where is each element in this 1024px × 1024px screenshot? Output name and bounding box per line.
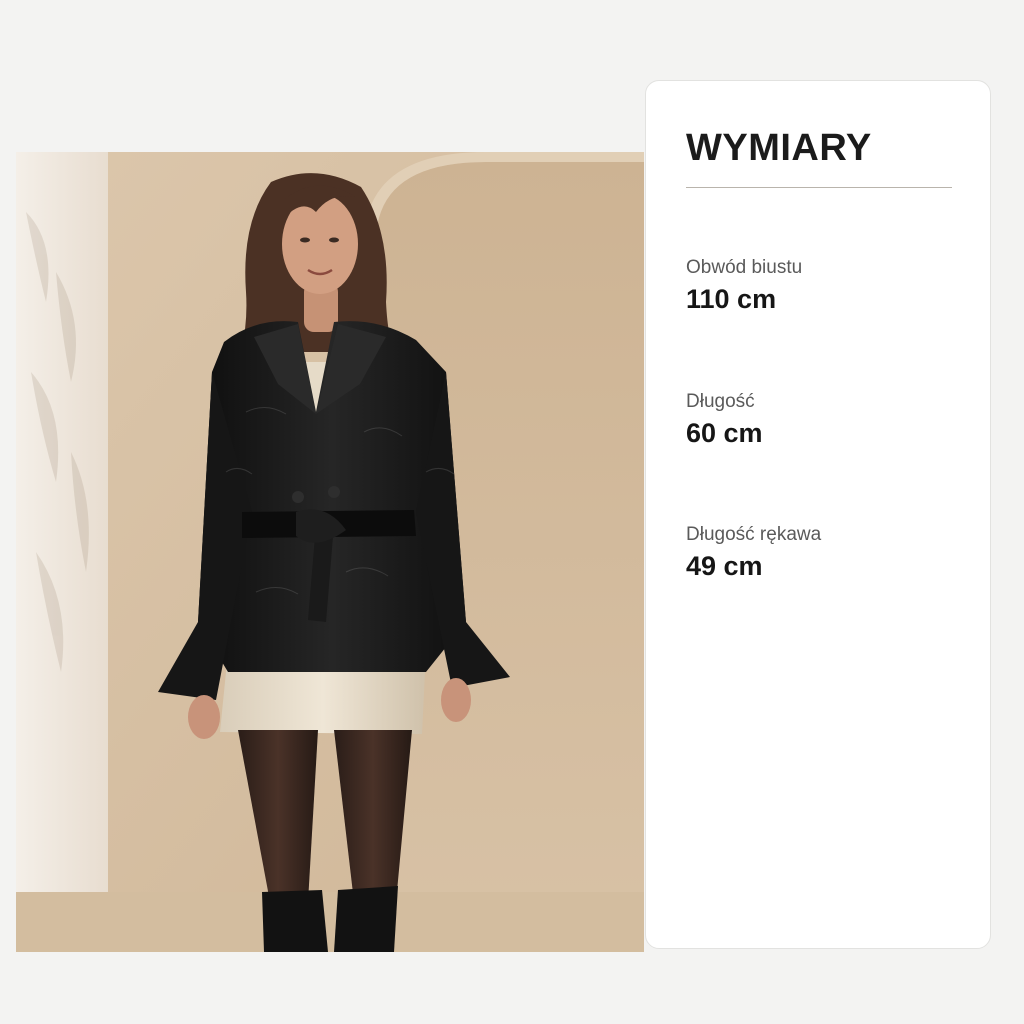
jacket-button <box>328 486 340 498</box>
product-photo <box>16 152 644 952</box>
floor <box>16 892 644 952</box>
spec-length: Długość 60 cm <box>686 391 763 448</box>
spec-label: Długość rękawa <box>686 524 822 545</box>
left-hand <box>188 695 220 739</box>
spec-sleeve-length: Długość rękawa 49 cm <box>686 524 821 581</box>
spec-label: Długość <box>686 391 755 412</box>
left-boot <box>262 890 328 952</box>
spec-value: 49 cm <box>686 550 763 581</box>
dimensions-card: WYMIARY Obwód biustu 110 cm Długość 60 c… <box>645 80 991 949</box>
dimensions-title: WYMIARY <box>686 127 872 169</box>
spec-value: 110 cm <box>686 283 777 314</box>
spec-value: 60 cm <box>686 417 763 448</box>
title-divider <box>686 187 952 188</box>
right-boot <box>334 886 398 952</box>
jacket-button <box>292 491 304 503</box>
spec-bust: Obwód biustu 110 cm <box>686 257 802 314</box>
right-hand <box>441 678 471 722</box>
product-illustration <box>16 152 644 952</box>
spec-label: Obwód biustu <box>686 257 803 278</box>
pillar <box>16 152 108 952</box>
